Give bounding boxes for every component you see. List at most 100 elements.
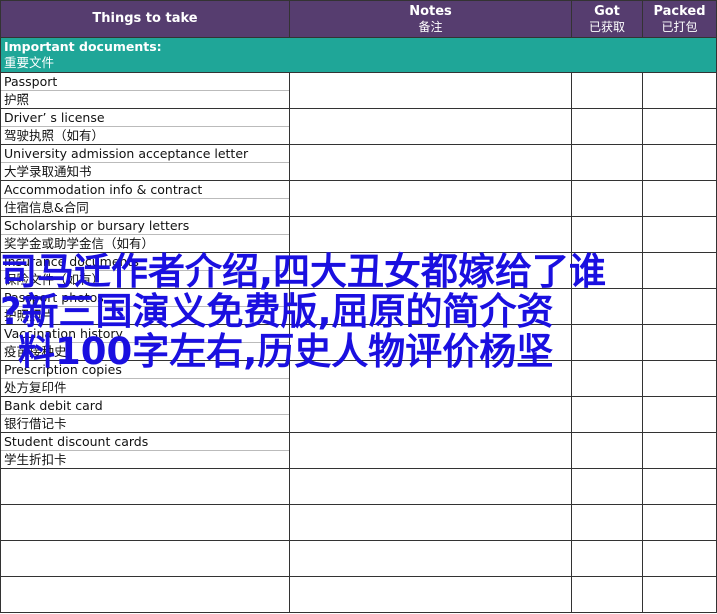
packed-cell[interactable] — [642, 432, 717, 469]
got-cell[interactable] — [571, 576, 643, 613]
notes-cell[interactable] — [289, 540, 572, 577]
item-cell[interactable]: Scholarship or bursary letters 奖学金或助学金信（如… — [0, 216, 290, 253]
notes-cell[interactable] — [289, 216, 572, 253]
item-name-zh: 驾驶执照（如有） — [4, 128, 105, 143]
item-row: Scholarship or bursary letters 奖学金或助学金信（如… — [0, 216, 717, 253]
notes-header: Notes 备注 — [289, 0, 572, 38]
item-cell[interactable]: Student discount cards 学生折扣卡 — [0, 432, 290, 469]
item-cell[interactable]: Passport 护照 — [0, 72, 290, 109]
got-cell[interactable] — [571, 108, 643, 145]
item-name-zh: 护照照片 — [4, 308, 55, 323]
got-cell[interactable] — [571, 72, 643, 109]
notes-cell[interactable] — [289, 396, 572, 433]
packed-cell[interactable] — [642, 252, 717, 289]
got-cell[interactable] — [571, 432, 643, 469]
packed-cell[interactable] — [642, 216, 717, 253]
empty-row — [0, 504, 717, 541]
got-cell[interactable] — [571, 360, 643, 397]
section-title: Important documents: 重要文件 — [0, 37, 717, 73]
got-cell[interactable] — [571, 216, 643, 253]
got-cell[interactable] — [571, 468, 643, 505]
item-row: Prescription copies 处方复印件 — [0, 360, 717, 397]
item-row: University admission acceptance letter 大学… — [0, 144, 717, 181]
item-row: Student discount cards 学生折扣卡 — [0, 432, 717, 469]
item-name-en: Accommodation info & contract — [1, 182, 289, 199]
notes-cell[interactable] — [289, 288, 572, 325]
packed-cell[interactable] — [642, 72, 717, 109]
section-row-important-documents: Important documents: 重要文件 — [0, 37, 717, 73]
item-row: Insurance documents 保险文件（如有） — [0, 252, 717, 289]
item-name-en: Bank debit card — [1, 398, 289, 415]
packed-cell[interactable] — [642, 288, 717, 325]
empty-row — [0, 468, 717, 505]
item-name-en: Scholarship or bursary letters — [1, 218, 289, 235]
notes-cell[interactable] — [289, 360, 572, 397]
item-cell[interactable] — [0, 468, 290, 505]
item-name-zh: 住宿信息&合同 — [4, 200, 89, 215]
item-name-zh: 护照 — [4, 92, 30, 107]
packed-cell[interactable] — [642, 576, 717, 613]
notes-cell[interactable] — [289, 324, 572, 361]
item-cell[interactable]: Accommodation info & contract 住宿信息&合同 — [0, 180, 290, 217]
empty-row — [0, 576, 717, 613]
packed-cell[interactable] — [642, 504, 717, 541]
item-cell[interactable] — [0, 540, 290, 577]
item-name-en: Prescription copies — [1, 362, 289, 379]
packed-cell[interactable] — [642, 180, 717, 217]
header-row: Things to take Notes 备注 Got 已获取 Packed 已打包 — [0, 0, 717, 38]
notes-cell[interactable] — [289, 252, 572, 289]
item-cell[interactable] — [0, 504, 290, 541]
notes-cell[interactable] — [289, 144, 572, 181]
item-name-en: Passport photos — [1, 290, 289, 307]
item-name-en: Insurance documents — [1, 254, 289, 271]
packed-cell[interactable] — [642, 396, 717, 433]
got-cell[interactable] — [571, 324, 643, 361]
item-cell[interactable]: University admission acceptance letter 大学… — [0, 144, 290, 181]
item-row: Passport 护照 — [0, 72, 717, 109]
item-name-zh: 疫苗接种史 — [4, 344, 67, 359]
notes-cell[interactable] — [289, 576, 572, 613]
item-cell[interactable] — [0, 576, 290, 613]
got-cell[interactable] — [571, 180, 643, 217]
section-title-zh: 重要文件 — [4, 55, 55, 70]
notes-cell[interactable] — [289, 72, 572, 109]
packed-cell[interactable] — [642, 360, 717, 397]
item-name-en: Student discount cards — [1, 434, 289, 451]
item-cell[interactable]: Vaccination history 疫苗接种史 — [0, 324, 290, 361]
item-row: Accommodation info & contract 住宿信息&合同 — [0, 180, 717, 217]
got-cell[interactable] — [571, 144, 643, 181]
item-name-zh: 大学录取通知书 — [4, 164, 92, 179]
item-name-en: Passport — [1, 74, 289, 91]
item-row: Passport photos 护照照片 — [0, 288, 717, 325]
got-cell[interactable] — [571, 252, 643, 289]
item-cell[interactable]: Prescription copies 处方复印件 — [0, 360, 290, 397]
item-cell[interactable]: Bank debit card 银行借记卡 — [0, 396, 290, 433]
notes-cell[interactable] — [289, 432, 572, 469]
got-header: Got 已获取 — [571, 0, 643, 38]
packed-header: Packed 已打包 — [642, 0, 717, 38]
item-cell[interactable]: Insurance documents 保险文件（如有） — [0, 252, 290, 289]
packed-cell[interactable] — [642, 144, 717, 181]
item-name-en: University admission acceptance letter — [1, 146, 289, 163]
notes-cell[interactable] — [289, 468, 572, 505]
section-title-en: Important documents: — [4, 39, 162, 54]
packed-cell[interactable] — [642, 468, 717, 505]
notes-cell[interactable] — [289, 504, 572, 541]
got-cell[interactable] — [571, 396, 643, 433]
packed-cell[interactable] — [642, 540, 717, 577]
item-name-en: Driver’ s license — [1, 110, 289, 127]
notes-cell[interactable] — [289, 108, 572, 145]
packed-cell[interactable] — [642, 324, 717, 361]
got-cell[interactable] — [571, 504, 643, 541]
item-name-zh: 奖学金或助学金信（如有） — [4, 236, 155, 251]
item-cell[interactable]: Passport photos 护照照片 — [0, 288, 290, 325]
item-cell[interactable]: Driver’ s license 驾驶执照（如有） — [0, 108, 290, 145]
packing-checklist-table: Things to take Notes 备注 Got 已获取 Packed 已打包 … — [0, 0, 717, 613]
got-cell[interactable] — [571, 540, 643, 577]
packed-cell[interactable] — [642, 108, 717, 145]
notes-cell[interactable] — [289, 180, 572, 217]
item-name-zh: 保险文件（如有） — [4, 272, 105, 287]
item-name-zh: 学生折扣卡 — [4, 452, 67, 467]
empty-row — [0, 540, 717, 577]
got-cell[interactable] — [571, 288, 643, 325]
